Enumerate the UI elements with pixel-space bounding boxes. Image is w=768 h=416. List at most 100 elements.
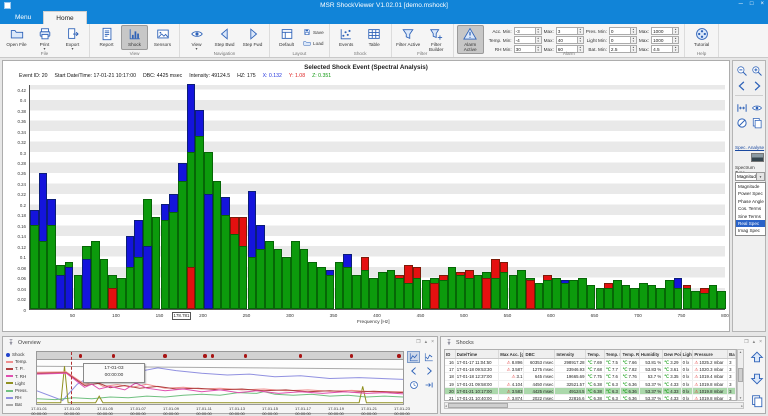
tutorial-button[interactable]: Tutorial [688,25,715,50]
spec-color-swatch[interactable] [751,153,764,162]
zoomout-button[interactable] [735,64,749,78]
column-header-temprh[interactable]: Temp. RH [621,350,639,358]
close-panel-icon[interactable]: × [431,339,434,345]
clock-button[interactable] [407,379,420,391]
float-icon[interactable]: ❐ [416,339,420,345]
default-button[interactable]: Default [273,25,300,50]
frequency-marker[interactable]: 178.781 [172,312,192,320]
navl-button[interactable] [407,365,420,377]
filter-active-button[interactable]: Filter Active [395,25,422,50]
alarm-field-input[interactable]: -4 [514,36,536,44]
column-header-bat[interactable]: Ba [728,350,736,358]
shock-event-dot[interactable] [79,354,83,358]
open-file-button[interactable]: Open File [3,25,30,50]
overview-chart[interactable]: 17-01-03 00:00:00 [36,359,404,405]
float-icon[interactable]: ❐ [744,339,748,345]
bigup-button[interactable] [750,350,764,369]
spinner-buttons[interactable]: ▴▾ [536,27,542,35]
shock-event-dot[interactable] [397,354,401,358]
spinner-buttons[interactable]: ▴▾ [536,36,542,44]
pages-button[interactable] [750,394,764,413]
navr-button[interactable] [422,365,435,377]
fitx-button[interactable] [735,101,749,115]
column-header-dbc[interactable]: DBC [524,350,555,358]
chart2-button[interactable] [422,351,435,363]
table-row-17[interactable]: 1717-01-18 09:53:30⚠ 3.5871275 msec23946… [445,366,736,373]
alarm-field-input[interactable]: 0 [609,36,631,44]
table-row-16[interactable]: 1617-01-17 11:04:50⚠ 8.89660353 msec2989… [445,359,736,366]
close-panel-icon[interactable]: × [759,339,762,345]
step-bwd-button[interactable]: Step Bwd [211,25,238,50]
scroll-up-icon[interactable]: ▴ [740,350,742,354]
scrollbar-thumb[interactable] [738,368,743,382]
shock-event-dot[interactable] [163,354,167,358]
jump-button[interactable] [422,379,435,391]
chart1-button[interactable] [407,351,420,363]
scroll-right-icon[interactable]: ▸ [741,404,743,408]
alarm-field-input[interactable]: 1000 [651,36,673,44]
dropdown-item[interactable]: Cos. Terms [736,205,765,212]
cancel-button[interactable] [735,116,749,130]
column-header-temp[interactable]: Temp. [586,350,604,358]
dock-icon[interactable]: ▴ [425,339,428,345]
table-row-20[interactable]: 2017-01-21 10:17:00⚠ 3.5834425 msec49124… [445,388,736,395]
pin-icon[interactable] [7,338,15,348]
events-button[interactable]: Events [333,25,360,50]
legend-item-press[interactable]: Press. [6,387,35,394]
dropdown-item[interactable]: Power Spec [736,190,765,197]
zoomin-button[interactable] [750,64,764,78]
legend-item-light[interactable]: Light [6,380,35,387]
spectral-plot[interactable] [29,85,725,310]
column-header-int[interactable]: Intensity [555,350,586,358]
shock-event-dot[interactable] [112,354,116,358]
alarm-field-input[interactable]: 40 [556,36,578,44]
close-icon[interactable]: × [760,1,764,7]
shock-event-band[interactable] [36,351,404,359]
alarm-field-input[interactable]: 0 [609,27,631,35]
filter-builder-button[interactable]: Filter Builder [423,25,450,54]
scrollbar-thumb[interactable] [448,403,508,408]
report-button[interactable]: Report [93,25,120,50]
spinner-buttons[interactable]: ▴▾ [631,27,637,35]
dropdown-item[interactable]: Magnitude [736,183,765,190]
maximize-icon[interactable]: □ [750,1,754,7]
column-header-dt[interactable]: Date/Time [456,350,500,358]
tab-home[interactable]: Home [43,11,86,24]
spinner-buttons[interactable]: ▴▾ [673,36,679,44]
shock-button[interactable]: Shock [121,25,148,50]
spectrum-type-combo[interactable]: Magnitude▾ [735,172,765,181]
column-header-acc[interactable]: Max Acc. [g] [499,350,524,358]
legend-item-shock[interactable]: Shock [6,351,35,358]
sensors-button[interactable]: Sensors [149,25,176,50]
combo-arrow-icon[interactable]: ▾ [756,173,764,180]
alarm-active-button[interactable]: Alarm Active [457,25,484,54]
column-header-id[interactable]: ID [445,350,456,358]
save-button[interactable]: Save [301,27,326,37]
table-row-21[interactable]: 2117-01-21 10:40:00⚠ 3.8742022 msec22816… [445,395,736,401]
legend-item-tp[interactable]: T. P.. [6,365,35,372]
legend-item-rh[interactable]: RH [6,394,35,401]
minimize-icon[interactable]: ─ [739,1,743,7]
legend-item-temp[interactable]: Temp. [6,358,35,365]
column-header-light[interactable]: Light [682,350,694,358]
tab-menu[interactable]: Menu [3,11,43,24]
bigdown-button[interactable] [750,372,764,391]
spec-analyse-link[interactable]: Spec. Analyse [735,145,764,150]
dropdown-item[interactable]: Real Spec [736,220,765,227]
scroll-down-icon[interactable]: ▾ [740,396,742,400]
vertical-scrollbar[interactable]: ▴ ▾ [737,349,744,401]
shock-event-dot[interactable] [299,354,303,358]
spinner-buttons[interactable]: ▴▾ [578,27,584,35]
spinner-buttons[interactable]: ▴▾ [673,27,679,35]
alarm-field-input[interactable]: 3 [556,27,578,35]
column-header-hum[interactable]: Humidity [640,350,663,358]
shock-event-dot[interactable] [350,354,354,358]
step-fwd-button[interactable]: Step Fwd [239,25,266,50]
column-header-press[interactable]: Pressure [693,350,728,358]
dropdown-item[interactable]: Imag Spec [736,227,765,234]
shock-event-dot[interactable] [203,354,207,358]
scroll-left-icon[interactable]: ◂ [445,404,447,408]
print-button[interactable]: Print▾ [31,25,58,52]
load-button[interactable]: Load [301,38,326,48]
spinner-buttons[interactable]: ▴▾ [578,36,584,44]
